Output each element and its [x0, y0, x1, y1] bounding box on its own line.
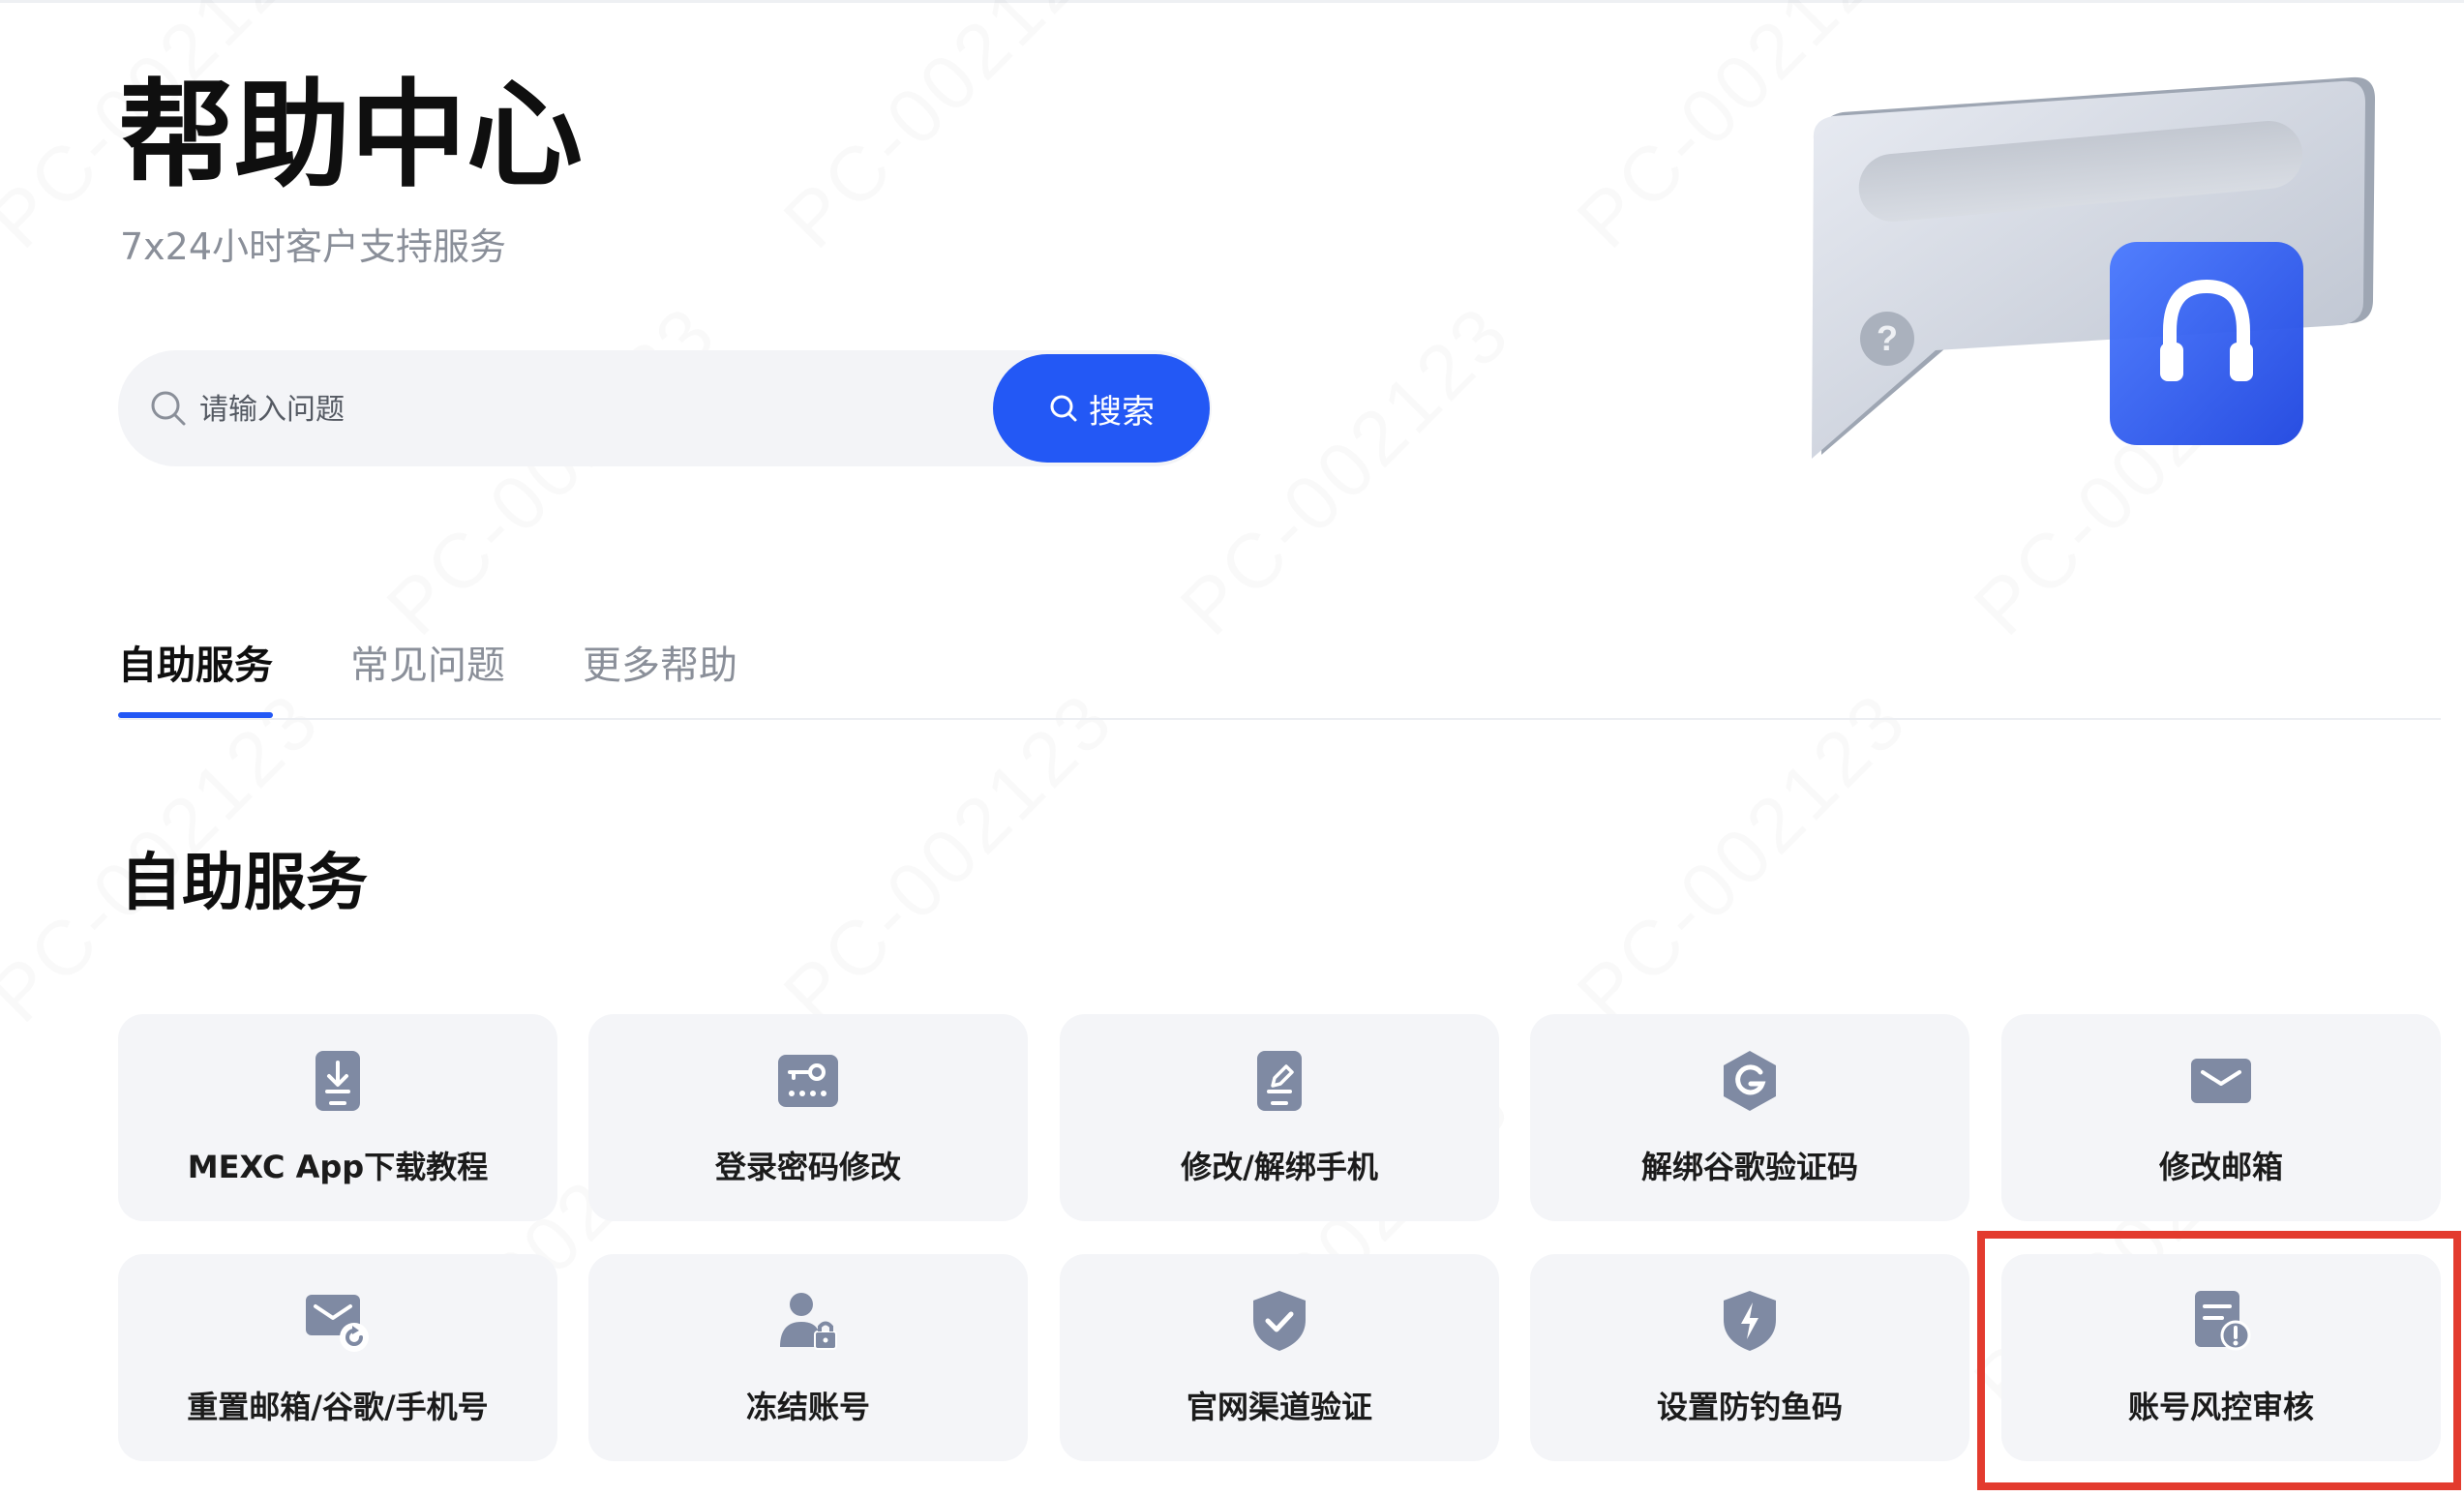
- search-input[interactable]: [197, 377, 1053, 441]
- customer-support-illustration: ?: [1800, 58, 2400, 474]
- service-card-reset-credentials[interactable]: 重置邮箱/谷歌/手机号: [118, 1254, 557, 1461]
- watermark-text: PC-002123: [1560, 675, 1925, 1040]
- service-label: 设置防钓鱼码: [1656, 1389, 1843, 1425]
- tab-self-service[interactable]: 自助服务: [118, 629, 273, 718]
- phone-edit-icon: [1247, 1049, 1311, 1113]
- service-card-login-password[interactable]: 登录密码修改: [588, 1014, 1028, 1221]
- watermark-text: PC-002123: [766, 675, 1131, 1040]
- shield-check-icon: [1247, 1289, 1311, 1353]
- service-label: MEXC App下载教程: [187, 1149, 489, 1185]
- search-button-label: 搜索: [1089, 393, 1155, 431]
- service-label: 修改/解绑手机: [1181, 1149, 1378, 1185]
- tab-label: 自助服务: [118, 643, 273, 688]
- tab-faq[interactable]: 常见问题: [350, 629, 505, 718]
- download-icon: [306, 1049, 370, 1113]
- search-icon: [1048, 393, 1079, 424]
- shield-bolt-icon: [1718, 1289, 1782, 1353]
- service-label: 冻结账号: [745, 1389, 870, 1425]
- service-card-app-download[interactable]: MEXC App下载教程: [118, 1014, 557, 1221]
- service-card-channel-verify[interactable]: 官网渠道验证: [1060, 1254, 1499, 1461]
- service-label: 重置邮箱/谷歌/手机号: [187, 1389, 489, 1425]
- tab-label: 常见问题: [350, 643, 505, 688]
- password-key-icon: [776, 1049, 840, 1113]
- tabs-divider: [118, 718, 2441, 720]
- top-divider: [0, 0, 2464, 3]
- tabs-bar: 自助服务 常见问题 更多帮助: [118, 629, 2441, 722]
- watermark-text: PC-002123: [766, 0, 1131, 265]
- page-subtitle: 7x24小时客户支持服务: [120, 225, 507, 268]
- tab-more-help[interactable]: 更多帮助: [583, 629, 737, 718]
- service-label: 官网渠道验证: [1186, 1389, 1372, 1425]
- watermark-text: PC-002123: [1163, 288, 1528, 653]
- service-card-phone-change[interactable]: 修改/解绑手机: [1060, 1014, 1499, 1221]
- service-card-change-email[interactable]: 修改邮箱: [2001, 1014, 2441, 1221]
- user-lock-icon: [776, 1289, 840, 1353]
- google-icon: [1718, 1049, 1782, 1113]
- search-button[interactable]: 搜索: [993, 354, 1210, 463]
- help-center-page: PC-002123 PC-002123 PC-002123 PC-002123 …: [0, 0, 2464, 1496]
- service-label: 登录密码修改: [714, 1149, 901, 1185]
- mail-reset-icon: [306, 1289, 370, 1353]
- highlight-annotation-box: [1977, 1231, 2461, 1490]
- section-title: 自助服务: [120, 848, 368, 919]
- svg-text:?: ?: [1877, 318, 1898, 358]
- service-card-anti-phishing[interactable]: 设置防钓鱼码: [1530, 1254, 1969, 1461]
- mail-icon: [2189, 1049, 2253, 1113]
- search-bar: 搜索: [118, 350, 1212, 466]
- search-icon: [147, 387, 190, 430]
- service-card-freeze-account[interactable]: 冻结账号: [588, 1254, 1028, 1461]
- tab-label: 更多帮助: [583, 643, 737, 688]
- page-title: 帮助中心: [118, 69, 583, 203]
- watermark-text: PC-002123: [370, 288, 735, 653]
- service-label: 修改邮箱: [2158, 1149, 2283, 1185]
- service-card-google-auth[interactable]: 解绑谷歌验证码: [1530, 1014, 1969, 1221]
- service-label: 解绑谷歌验证码: [1640, 1149, 1858, 1185]
